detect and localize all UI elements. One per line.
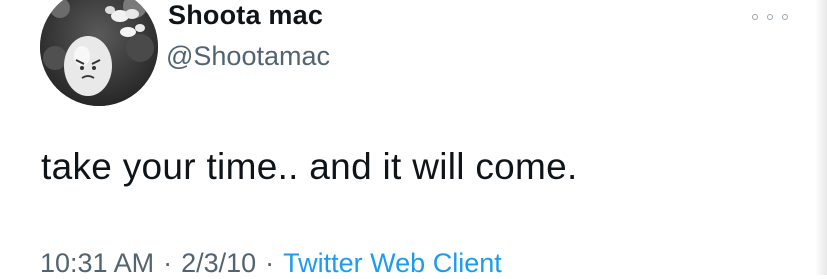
dot — [782, 14, 788, 20]
egg-face-avatar-icon — [40, 0, 158, 106]
scrollbar-edge — [815, 0, 827, 275]
tweet-source-link[interactable]: Twitter Web Client — [283, 248, 502, 278]
more-dots-icon[interactable] — [752, 6, 788, 28]
tweet-time[interactable]: 10:31 AM — [40, 248, 154, 278]
dot — [767, 14, 773, 20]
tweet-meta: 10:31 AM · 2/3/10 · Twitter Web Client — [40, 248, 502, 279]
author-handle[interactable]: @Shootamac — [166, 41, 330, 72]
dot — [752, 14, 758, 20]
tweet-text: take your time.. and it will come. — [41, 146, 578, 187]
meta-separator: · — [163, 248, 173, 278]
tweet-date[interactable]: 2/3/10 — [181, 248, 256, 278]
avatar[interactable] — [40, 0, 158, 106]
meta-separator: · — [265, 248, 275, 278]
author-display-name[interactable]: Shoota mac — [168, 0, 323, 31]
